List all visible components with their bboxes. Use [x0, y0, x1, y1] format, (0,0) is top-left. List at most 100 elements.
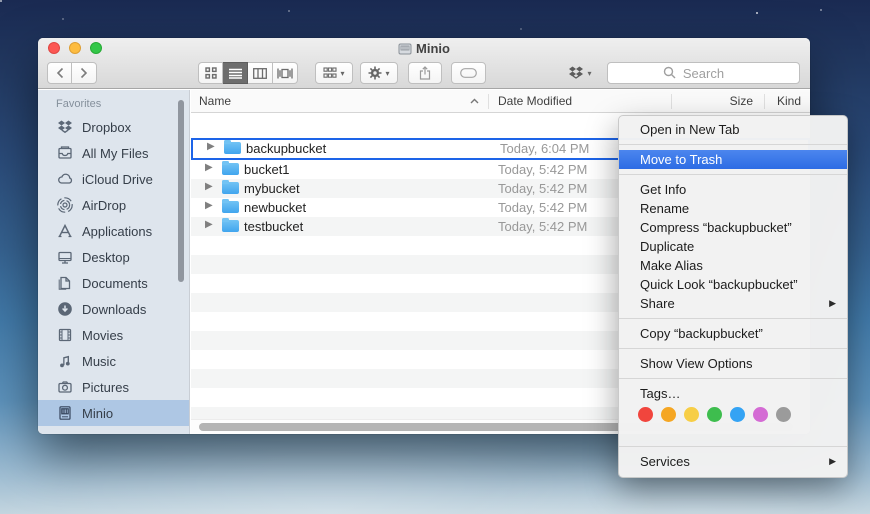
coverflow-view-icon: [277, 68, 293, 79]
downloads-icon: [56, 300, 74, 318]
list-view-button[interactable]: [223, 62, 248, 84]
disclosure-triangle-icon[interactable]: ▶: [205, 162, 213, 173]
icon-view-button[interactable]: [198, 62, 223, 84]
sidebar-scrollbar[interactable]: [178, 100, 184, 282]
applications-icon: [56, 222, 74, 240]
desktop-icon: [56, 248, 74, 266]
chevron-right-icon: [80, 67, 88, 79]
menu-separator: [619, 446, 847, 447]
column-header-name[interactable]: Name: [199, 94, 231, 108]
view-switcher: [198, 62, 298, 84]
sidebar-item-all-my-files[interactable]: All My Files: [38, 140, 189, 166]
window-title: Minio: [38, 41, 810, 56]
column-view-button[interactable]: [248, 62, 273, 84]
column-view-icon: [253, 68, 267, 79]
sidebar-item-applications[interactable]: Applications: [38, 218, 189, 244]
disclosure-triangle-icon[interactable]: ▶: [205, 219, 213, 230]
file-date: Today, 6:04 PM: [500, 141, 589, 156]
sidebar-item-icloud-drive[interactable]: iCloud Drive: [38, 166, 189, 192]
file-name: bucket1: [244, 162, 290, 177]
chevron-down-icon: ▾: [587, 69, 591, 78]
action-button[interactable]: ▾: [360, 62, 398, 84]
sidebar-item-airdrop[interactable]: AirDrop: [38, 192, 189, 218]
menu-item-rename[interactable]: Rename: [619, 199, 847, 218]
sort-ascending-icon: [470, 98, 479, 104]
sidebar-item-label: Pictures: [82, 380, 129, 395]
menu-item-compress[interactable]: Compress “backupbucket”: [619, 218, 847, 237]
window-titlebar: Minio: [38, 38, 810, 89]
menu-item-get-info[interactable]: Get Info: [619, 180, 847, 199]
menu-item-copy[interactable]: Copy “backupbucket”: [619, 324, 847, 343]
sidebar-item-downloads[interactable]: Downloads: [38, 296, 189, 322]
disclosure-triangle-icon[interactable]: ▶: [205, 181, 213, 192]
tag-green[interactable]: [707, 407, 722, 422]
file-date: Today, 5:42 PM: [498, 200, 587, 215]
sidebar-item-label: Desktop: [82, 250, 130, 265]
column-header-kind[interactable]: Kind: [777, 94, 801, 108]
arrange-button[interactable]: ▾: [315, 62, 353, 84]
sidebar-item-dropbox[interactable]: Dropbox: [38, 114, 189, 140]
menu-item-quick-look[interactable]: Quick Look “backupbucket”: [619, 275, 847, 294]
minio-drive-icon: [56, 404, 74, 422]
submenu-arrow-icon: ▶: [829, 294, 836, 313]
dropbox-icon: [56, 118, 74, 136]
column-divider: [764, 94, 765, 109]
sidebar-section-label: Favorites: [56, 98, 101, 110]
menu-item-open-in-new-tab[interactable]: Open in New Tab: [619, 120, 847, 139]
file-date: Today, 5:42 PM: [498, 219, 587, 234]
tag-red[interactable]: [638, 407, 653, 422]
column-header-size[interactable]: Size: [671, 94, 753, 108]
folder-icon: [222, 220, 239, 232]
tag-yellow[interactable]: [684, 407, 699, 422]
sidebar-item-desktop[interactable]: Desktop: [38, 244, 189, 270]
menu-item-services[interactable]: Services ▶: [619, 452, 847, 471]
column-header-date-modified[interactable]: Date Modified: [498, 94, 572, 108]
music-icon: [56, 352, 74, 370]
tag-orange[interactable]: [661, 407, 676, 422]
share-icon: [419, 66, 431, 80]
sidebar-item-label: Applications: [82, 224, 152, 239]
submenu-arrow-icon: ▶: [829, 452, 836, 471]
file-name: mybucket: [244, 181, 300, 196]
menu-item-make-alias[interactable]: Make Alias: [619, 256, 847, 275]
context-menu: Open in New Tab Move to Trash Get Info R…: [618, 115, 848, 478]
disclosure-triangle-icon[interactable]: ▶: [207, 141, 215, 152]
sidebar-item-label: Documents: [82, 276, 148, 291]
tag-blue[interactable]: [730, 407, 745, 422]
pictures-icon: [56, 378, 74, 396]
menu-item-tags[interactable]: Tags…: [619, 384, 847, 403]
forward-button[interactable]: [72, 62, 97, 84]
sidebar-item-music[interactable]: Music: [38, 348, 189, 374]
menu-separator: [619, 174, 847, 175]
grid-view-icon: [205, 67, 217, 79]
chevron-down-icon: ▾: [385, 69, 389, 78]
file-date: Today, 5:42 PM: [498, 181, 587, 196]
folder-icon: [222, 182, 239, 194]
column-divider: [488, 94, 489, 109]
sidebar-item-documents[interactable]: Documents: [38, 270, 189, 296]
tag-purple[interactable]: [753, 407, 768, 422]
back-button[interactable]: [47, 62, 72, 84]
list-header: Name Date Modified Size Kind: [191, 90, 810, 113]
menu-item-duplicate[interactable]: Duplicate: [619, 237, 847, 256]
sidebar-item-movies[interactable]: Movies: [38, 322, 189, 348]
disclosure-triangle-icon[interactable]: ▶: [205, 200, 213, 211]
chevron-left-icon: [56, 67, 64, 79]
file-name: newbucket: [244, 200, 306, 215]
share-button[interactable]: [408, 62, 442, 84]
menu-separator: [619, 348, 847, 349]
sidebar-item-pictures[interactable]: Pictures: [38, 374, 189, 400]
menu-separator: [619, 144, 847, 145]
menu-item-move-to-trash[interactable]: Move to Trash: [619, 150, 847, 169]
sidebar-item-minio[interactable]: Minio: [38, 400, 189, 426]
gear-icon: [368, 66, 382, 80]
menu-item-share[interactable]: Share ▶: [619, 294, 847, 313]
folder-icon: [222, 201, 239, 213]
coverflow-view-button[interactable]: [273, 62, 298, 84]
list-view-icon: [229, 68, 242, 79]
tag-button[interactable]: [451, 62, 486, 84]
tag-gray[interactable]: [776, 407, 791, 422]
dropbox-menu-button[interactable]: ▾: [560, 62, 600, 84]
search-input[interactable]: [607, 62, 800, 84]
menu-item-show-view-options[interactable]: Show View Options: [619, 354, 847, 373]
